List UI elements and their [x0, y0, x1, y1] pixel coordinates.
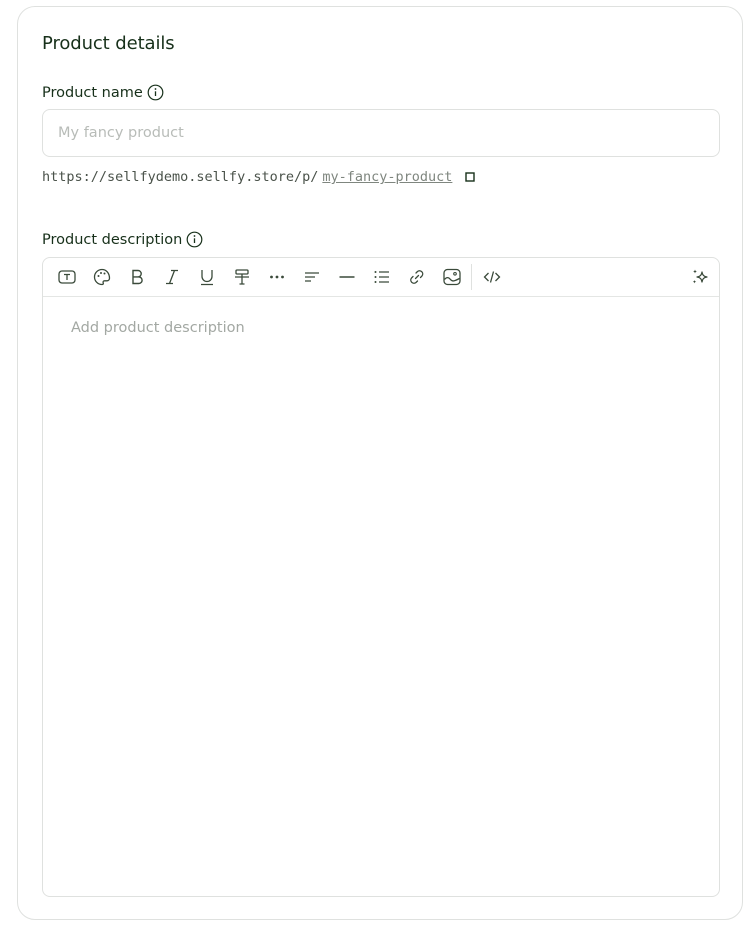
underline-icon[interactable]: [189, 258, 224, 296]
url-prefix: https://sellfydemo.sellfy.store/p/: [42, 169, 319, 185]
description-editor: Add product description: [42, 257, 720, 897]
bold-icon[interactable]: [119, 258, 154, 296]
editor-placeholder: Add product description: [71, 320, 245, 336]
italic-icon[interactable]: [154, 258, 189, 296]
image-icon[interactable]: [434, 258, 469, 296]
horizontal-rule-icon[interactable]: [329, 258, 364, 296]
product-details-card: Product details Product name https://sel…: [17, 6, 743, 920]
strikethrough-icon[interactable]: [224, 258, 259, 296]
code-icon[interactable]: [474, 258, 509, 296]
align-icon[interactable]: [294, 258, 329, 296]
product-name-label: Product name: [42, 84, 143, 101]
more-icon[interactable]: [259, 258, 294, 296]
product-url: https://sellfydemo.sellfy.store/p/ my-fa…: [42, 169, 477, 185]
info-icon[interactable]: [147, 84, 164, 101]
product-name-label-row: Product name: [42, 84, 164, 101]
product-description-label-row: Product description: [42, 231, 203, 248]
toolbar-divider: [471, 264, 472, 290]
section-title: Product details: [42, 33, 175, 54]
info-icon[interactable]: [186, 231, 203, 248]
palette-icon[interactable]: [84, 258, 119, 296]
text-style-icon[interactable]: [49, 258, 84, 296]
editor-toolbar: [43, 258, 719, 297]
product-description-label: Product description: [42, 231, 183, 248]
link-icon[interactable]: [399, 258, 434, 296]
editor-content-area[interactable]: Add product description: [43, 297, 719, 896]
list-icon[interactable]: [364, 258, 399, 296]
ai-sparkle-icon[interactable]: [682, 258, 717, 296]
copy-icon[interactable]: [464, 171, 477, 184]
url-slug-link[interactable]: my-fancy-product: [322, 169, 452, 185]
product-name-input[interactable]: [42, 109, 720, 157]
